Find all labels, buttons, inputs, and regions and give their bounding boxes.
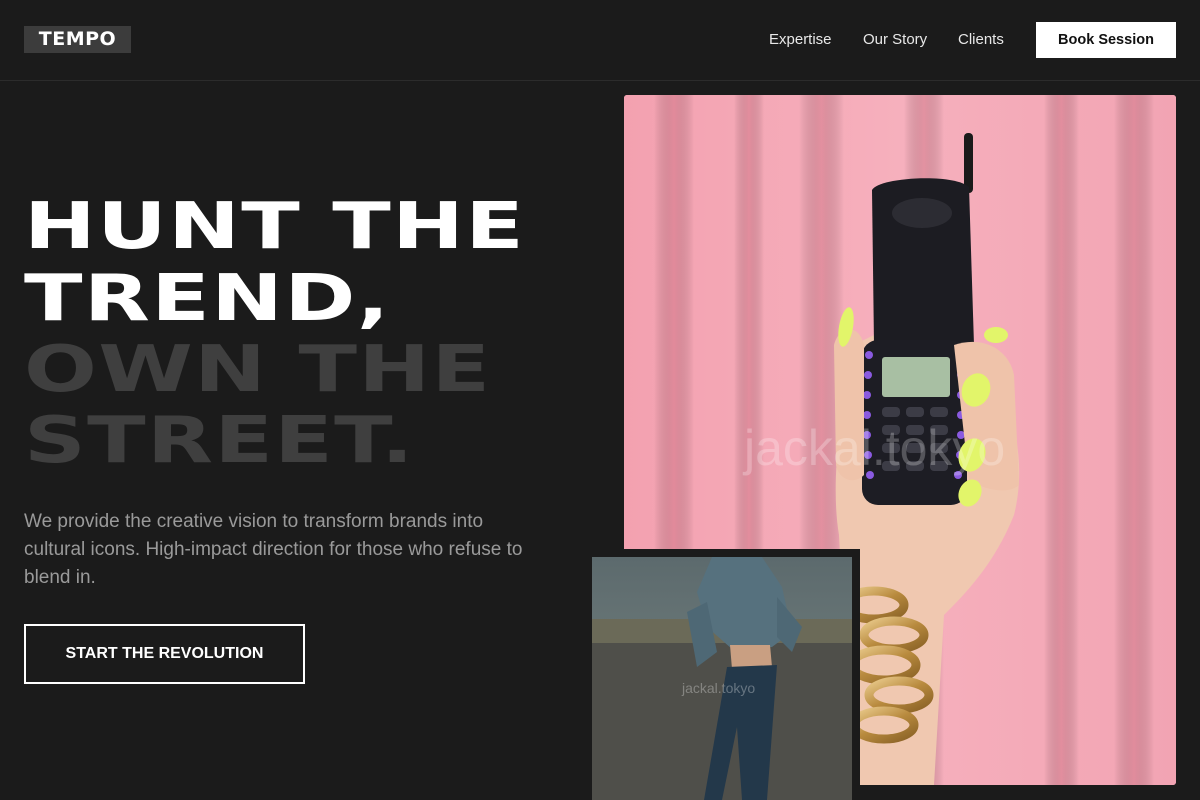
start-revolution-button[interactable]: START THE REVOLUTION [24,624,305,684]
nav-link-expertise[interactable]: Expertise [769,30,832,50]
book-session-button[interactable]: Book Session [1036,22,1176,58]
inset-photo-watermark: jackal.tokyo [681,680,755,696]
inset-photo-denim-illustration: jackal.tokyo [592,557,852,800]
hero-heading-line-3: OWN THE [24,333,492,407]
hero-heading-line-1: HUNT THE [24,190,526,264]
hero-description: We provide the creative vision to transf… [24,511,523,588]
site-header: TEMPO Expertise Our Story Clients Book S… [0,0,1200,81]
hero-heading-line-4: STREET. [24,404,415,478]
inset-photo-denim: jackal.tokyo [592,557,852,800]
hero-heading-line-2: TREND, [24,262,391,336]
logo[interactable]: TEMPO [24,26,131,53]
main-photo-watermark: jackal.tokyo [742,420,1005,476]
nav-link-our-story[interactable]: Our Story [863,30,927,50]
nav-link-clients[interactable]: Clients [958,30,1004,50]
